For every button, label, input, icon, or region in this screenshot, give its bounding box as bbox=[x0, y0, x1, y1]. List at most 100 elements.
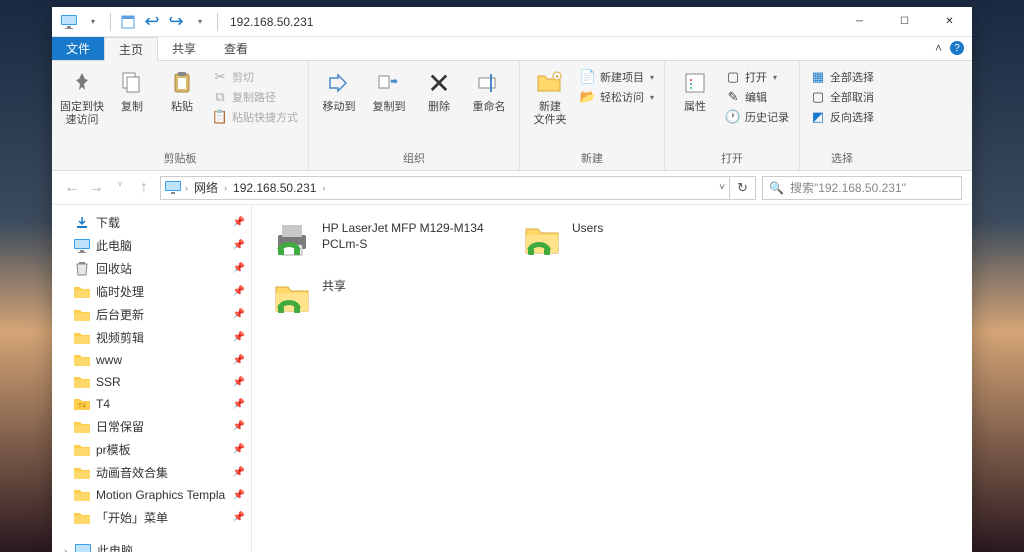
folder-share-icon bbox=[520, 219, 564, 263]
easy-access-button[interactable]: 📂轻松访问▾ bbox=[576, 87, 658, 107]
move-to-button[interactable]: 移动到 bbox=[315, 65, 363, 114]
move-icon bbox=[323, 67, 355, 99]
refresh-button[interactable]: ↻ bbox=[730, 176, 756, 200]
pin-icon: 📌 bbox=[233, 490, 245, 501]
search-input[interactable]: 🔍 搜索"192.168.50.231" bbox=[762, 176, 962, 200]
qat-dropdown-icon[interactable]: ▾ bbox=[82, 11, 104, 33]
back-button[interactable]: ← bbox=[62, 179, 82, 197]
redo-icon[interactable]: ↪ bbox=[165, 11, 187, 33]
address-dropdown-icon[interactable]: ˅ bbox=[719, 182, 725, 193]
tab-view[interactable]: 查看 bbox=[210, 37, 262, 60]
tab-home[interactable]: 主页 bbox=[104, 37, 158, 61]
select-all-button[interactable]: ▦全部选择 bbox=[806, 67, 878, 87]
pin-icon: 📌 bbox=[233, 240, 245, 251]
recycle-icon bbox=[74, 261, 90, 277]
content-item[interactable]: Users bbox=[516, 215, 746, 267]
pin-icon: 📌 bbox=[233, 263, 245, 274]
address-bar[interactable]: › 网络 › 192.168.50.231 › ˅ bbox=[160, 176, 730, 200]
nav-item[interactable]: 回收站📌 bbox=[52, 257, 251, 280]
delete-button[interactable]: ✕ 删除 bbox=[415, 65, 463, 114]
properties-icon bbox=[679, 67, 711, 99]
pin-icon: 📌 bbox=[233, 286, 245, 297]
pin-icon: 📌 bbox=[233, 377, 245, 388]
nav-item[interactable]: 动画音效合集📌 bbox=[52, 461, 251, 484]
ribbon-collapse-icon[interactable]: ˄ bbox=[935, 41, 942, 55]
rename-icon bbox=[473, 67, 505, 99]
new-item-button[interactable]: 📄新建项目▾ bbox=[576, 67, 658, 87]
rename-button[interactable]: 重命名 bbox=[465, 65, 513, 114]
pin-icon: 📌 bbox=[233, 399, 245, 410]
recent-button[interactable]: ˅ bbox=[110, 179, 130, 197]
copy-path-button[interactable]: ⧉复制路径 bbox=[208, 87, 302, 107]
nav-item-label: 动画音效合集 bbox=[96, 464, 168, 481]
nav-item[interactable]: 「开始」菜单📌 bbox=[52, 506, 251, 529]
tab-share[interactable]: 共享 bbox=[158, 37, 210, 60]
folder-icon bbox=[74, 419, 90, 435]
search-icon: 🔍 bbox=[769, 181, 784, 195]
new-folder-icon: ✦ bbox=[534, 67, 566, 99]
cut-button[interactable]: ✂剪切 bbox=[208, 67, 302, 87]
forward-button[interactable]: → bbox=[86, 179, 106, 197]
svg-text:✦: ✦ bbox=[554, 73, 560, 81]
nav-item-label: 日常保留 bbox=[96, 418, 144, 435]
nav-item[interactable]: SSR📌 bbox=[52, 371, 251, 393]
open-button[interactable]: ▢打开▾ bbox=[721, 67, 793, 87]
chevron-right-icon[interactable]: › bbox=[322, 183, 325, 193]
help-icon[interactable]: ? bbox=[950, 41, 964, 55]
nav-item-label: 「开始」菜单 bbox=[96, 509, 168, 526]
content-item[interactable]: 共享 bbox=[266, 273, 496, 325]
nav-item[interactable]: 此电脑📌 bbox=[52, 234, 251, 257]
new-folder-button[interactable]: ✦ 新建 文件夹 bbox=[526, 65, 574, 127]
printer-share-icon bbox=[270, 219, 314, 263]
nav-item[interactable]: 临时处理📌 bbox=[52, 280, 251, 303]
content-item[interactable]: HP LaserJet MFP M129-M134 PCLm-S bbox=[266, 215, 496, 267]
chevron-right-icon[interactable]: › bbox=[224, 183, 227, 193]
copy-to-button[interactable]: 复制到 bbox=[365, 65, 413, 114]
easy-access-icon: 📂 bbox=[580, 89, 596, 105]
maximize-button[interactable]: ☐ bbox=[882, 7, 927, 37]
nav-item[interactable]: T4T4📌 bbox=[52, 393, 251, 415]
open-icon: ▢ bbox=[725, 69, 741, 85]
properties-button[interactable]: 属性 bbox=[671, 65, 719, 114]
content-pane[interactable]: HP LaserJet MFP M129-M134 PCLm-S Users 共享 bbox=[252, 205, 972, 552]
paste-shortcut-button[interactable]: 📋粘贴快捷方式 bbox=[208, 107, 302, 127]
path-icon: ⧉ bbox=[212, 89, 228, 105]
invert-icon: ◩ bbox=[810, 109, 826, 125]
nav-item[interactable]: 后台更新📌 bbox=[52, 303, 251, 326]
qat-more-icon[interactable]: ▾ bbox=[189, 11, 211, 33]
copy-button[interactable]: 复制 bbox=[108, 65, 156, 114]
select-none-button[interactable]: ▢全部取消 bbox=[806, 87, 878, 107]
tab-file[interactable]: 文件 bbox=[52, 37, 104, 60]
nav-item[interactable]: www📌 bbox=[52, 349, 251, 371]
select-all-icon: ▦ bbox=[810, 69, 826, 85]
paste-button[interactable]: 粘贴 bbox=[158, 65, 206, 114]
nav-item[interactable]: 日常保留📌 bbox=[52, 415, 251, 438]
nav-arrows: ← → ˅ ↑ bbox=[62, 179, 154, 197]
copyto-icon bbox=[373, 67, 405, 99]
item-label: Users bbox=[572, 219, 603, 237]
history-button[interactable]: 🕐历史记录 bbox=[721, 107, 793, 127]
breadcrumb-host[interactable]: 192.168.50.231 bbox=[231, 181, 318, 195]
properties-icon[interactable] bbox=[117, 11, 139, 33]
chevron-right-icon[interactable]: › bbox=[185, 183, 188, 193]
app-icon bbox=[58, 11, 80, 33]
minimize-button[interactable]: ─ bbox=[837, 7, 882, 37]
nav-item[interactable]: Motion Graphics Templa📌 bbox=[52, 484, 251, 506]
close-button[interactable]: ✕ bbox=[927, 7, 972, 37]
edit-button[interactable]: ✎编辑 bbox=[721, 87, 793, 107]
ribbon: 固定到快 速访问 复制 粘贴 ✂剪切 ⧉复制路径 📋粘贴快捷方式 剪贴板 bbox=[52, 61, 972, 171]
nav-item[interactable]: 视频剪辑📌 bbox=[52, 326, 251, 349]
nav-item[interactable]: 下载📌 bbox=[52, 211, 251, 234]
svg-text:T4: T4 bbox=[78, 403, 86, 410]
up-button[interactable]: ↑ bbox=[134, 179, 154, 197]
undo-icon[interactable]: ↩ bbox=[141, 11, 163, 33]
select-none-icon: ▢ bbox=[810, 89, 826, 105]
nav-item-this-pc[interactable]: › 此电脑 bbox=[52, 539, 251, 552]
nav-item[interactable]: pr模板📌 bbox=[52, 438, 251, 461]
pin-to-quick-access-button[interactable]: 固定到快 速访问 bbox=[58, 65, 106, 127]
nav-item-label: 此电脑 bbox=[97, 542, 133, 552]
breadcrumb-network[interactable]: 网络 bbox=[192, 179, 220, 196]
folder-icon bbox=[74, 374, 90, 390]
invert-selection-button[interactable]: ◩反向选择 bbox=[806, 107, 878, 127]
chevron-right-icon: › bbox=[64, 546, 67, 552]
